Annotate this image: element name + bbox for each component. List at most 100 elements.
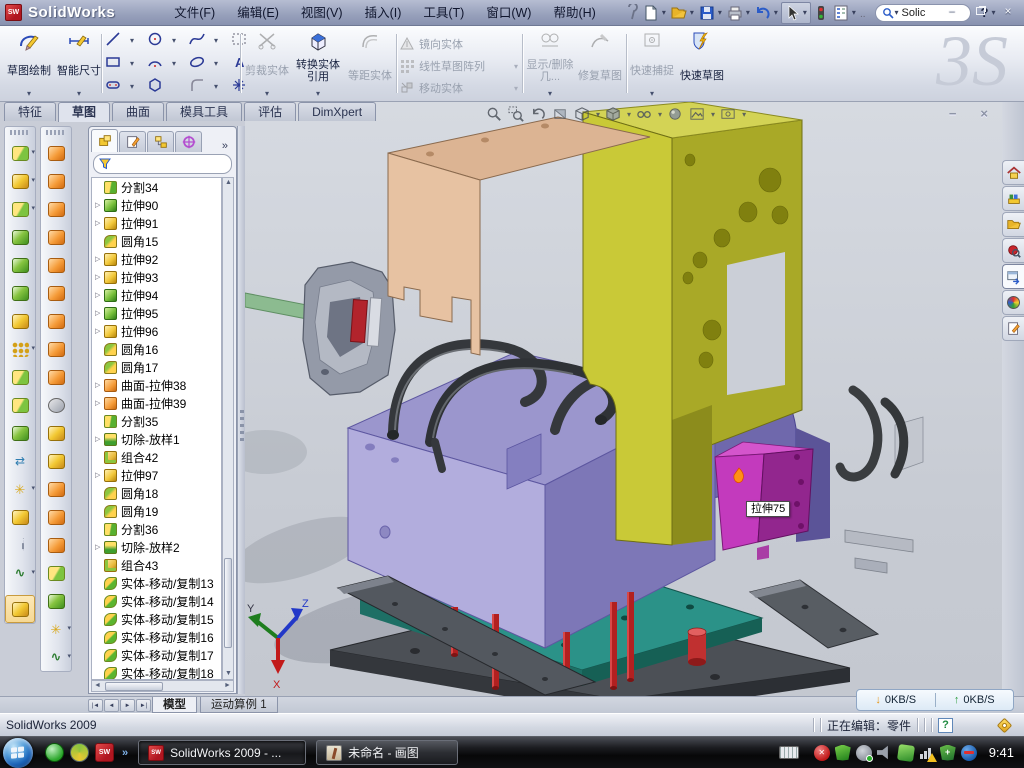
tree-item[interactable]: ▷拉伸94 bbox=[92, 286, 221, 304]
fillet-surface-button[interactable] bbox=[41, 587, 71, 615]
tree-item[interactable]: ▷拉伸96 bbox=[92, 322, 221, 340]
ellipse-tool-button[interactable]: ▾ bbox=[188, 53, 208, 73]
update-gear[interactable] bbox=[856, 745, 872, 761]
tab-曲面[interactable]: 曲面 bbox=[112, 102, 164, 121]
menu-edit[interactable]: 编辑(E) bbox=[226, 1, 290, 25]
tree-expander-icon[interactable]: ▷ bbox=[95, 435, 104, 443]
planar-surface-button[interactable] bbox=[41, 279, 71, 307]
surface-stack-button[interactable] bbox=[41, 363, 71, 391]
nav-first-button[interactable]: |◄ bbox=[88, 699, 103, 712]
curves-button[interactable]: ∿▾ bbox=[5, 559, 35, 587]
swept-boss-button[interactable]: ▾ bbox=[5, 195, 35, 223]
tree-item[interactable]: 组合42 bbox=[92, 448, 221, 466]
linear-pattern-button[interactable]: ▾ bbox=[5, 335, 35, 363]
smart-dimension-button[interactable]: 智能尺寸▾ bbox=[56, 29, 102, 98]
untrim-surface-button[interactable] bbox=[41, 447, 71, 475]
tree-item[interactable]: ▷曲面-拉伸38 bbox=[92, 376, 221, 394]
tree-item[interactable]: 圆角18 bbox=[92, 484, 221, 502]
hide-show-items-button[interactable] bbox=[635, 105, 654, 124]
menu-view[interactable]: 视图(V) bbox=[290, 1, 354, 25]
tree-item[interactable]: 实体-移动/复制14 bbox=[92, 592, 221, 610]
menu-help[interactable]: 帮助(H) bbox=[542, 1, 606, 25]
keyboard[interactable] bbox=[779, 746, 809, 759]
print-button[interactable]: ▾ bbox=[725, 2, 753, 24]
swept-surface-button[interactable] bbox=[41, 139, 71, 167]
task-pane-home-button[interactable] bbox=[1002, 160, 1024, 185]
appearances-scenes-button[interactable] bbox=[1002, 290, 1024, 315]
security-red-shield[interactable]: ✕ bbox=[814, 745, 830, 761]
toolbar-drag-handle-icon[interactable] bbox=[10, 130, 30, 135]
tree-expander-icon[interactable]: ▷ bbox=[95, 381, 104, 389]
delete-face-button[interactable] bbox=[41, 391, 71, 419]
tab-model[interactable]: 模型 bbox=[152, 697, 197, 713]
boundary-boss-button[interactable] bbox=[5, 251, 35, 279]
tree-item[interactable]: 分割36 bbox=[92, 520, 221, 538]
panel-splitter[interactable] bbox=[237, 126, 245, 694]
propertymanager-tab[interactable] bbox=[119, 131, 146, 152]
new-document-button[interactable]: ▾ bbox=[641, 2, 669, 24]
tree-item[interactable]: ▷拉伸93 bbox=[92, 268, 221, 286]
toolbar-drag-handle-icon[interactable] bbox=[46, 130, 66, 135]
blocked-blue[interactable] bbox=[961, 745, 977, 761]
solidworks-quicklaunch-button[interactable]: SW bbox=[95, 743, 114, 762]
extruded-cut-button[interactable] bbox=[5, 279, 35, 307]
tree-item[interactable]: 实体-移动/复制13 bbox=[92, 574, 221, 592]
tree-expander-icon[interactable]: ▷ bbox=[95, 543, 104, 551]
replace-face-button[interactable] bbox=[41, 419, 71, 447]
undo-button[interactable]: ▾ bbox=[753, 2, 781, 24]
thicken-button[interactable] bbox=[41, 559, 71, 587]
spline-tool-button[interactable]: ▾ bbox=[188, 30, 208, 50]
antivirus-button[interactable] bbox=[70, 743, 89, 762]
status-help-button[interactable]: ? bbox=[938, 718, 953, 733]
curves-button[interactable]: ∿▾ bbox=[41, 643, 71, 671]
view-settings-button[interactable] bbox=[719, 105, 738, 124]
view-orientation-button[interactable] bbox=[573, 105, 592, 124]
antivirus-green-shield[interactable] bbox=[835, 745, 851, 761]
open-button[interactable]: ▾ bbox=[669, 2, 697, 24]
defender-shield[interactable]: + bbox=[940, 745, 956, 761]
revolved-boss-button[interactable]: ▾ bbox=[5, 167, 35, 195]
start-button[interactable] bbox=[3, 738, 33, 768]
tree-item[interactable]: ▷曲面-拉伸39 bbox=[92, 394, 221, 412]
chevron-down-icon[interactable]: ▾ bbox=[31, 148, 35, 156]
quick-sketch-button[interactable]: 快速草图 bbox=[678, 29, 726, 98]
task-button[interactable]: SWSolidWorks 2009 - ... bbox=[138, 740, 306, 765]
sketch-fillet-tool-button[interactable]: ▾ bbox=[188, 76, 208, 96]
rib-button[interactable] bbox=[5, 363, 35, 391]
tree-item[interactable]: 实体-移动/复制16 bbox=[92, 628, 221, 646]
tab-motion-study[interactable]: 运动算例 1 bbox=[200, 697, 278, 713]
reference-geometry-button[interactable]: ✳▾ bbox=[5, 475, 35, 503]
tree-item[interactable]: ▷切除-放样1 bbox=[92, 430, 221, 448]
nav-next-button[interactable]: ► bbox=[120, 699, 135, 712]
panel-expand-button[interactable]: » bbox=[222, 140, 234, 152]
chevron-down-icon[interactable]: ▾ bbox=[895, 8, 899, 17]
knit-surface-button[interactable] bbox=[41, 531, 71, 559]
tree-item[interactable]: ▷拉伸97 bbox=[92, 466, 221, 484]
reference-geometry-button[interactable]: ✳▾ bbox=[41, 615, 71, 643]
chevron-down-icon[interactable]: ▾ bbox=[67, 624, 71, 632]
tree-expander-icon[interactable]: ▷ bbox=[95, 219, 104, 227]
sketch-button[interactable]: 草图绘制▾ bbox=[6, 29, 52, 98]
zoom-area-button[interactable] bbox=[507, 105, 526, 124]
slot-tool-button[interactable]: ▾ bbox=[104, 76, 124, 96]
menu-file[interactable]: 文件(F) bbox=[163, 1, 226, 25]
draft-button[interactable] bbox=[5, 391, 35, 419]
sync-green[interactable] bbox=[898, 745, 914, 761]
tab-特征[interactable]: 特征 bbox=[4, 102, 56, 121]
measure-button[interactable] bbox=[5, 595, 35, 623]
network-warning[interactable] bbox=[919, 745, 935, 761]
offset-surface-button[interactable] bbox=[41, 307, 71, 335]
lofted-surface-button[interactable] bbox=[41, 167, 71, 195]
part-right-rail[interactable] bbox=[750, 580, 878, 648]
radiate-surface-button[interactable] bbox=[41, 335, 71, 363]
volume[interactable] bbox=[877, 745, 893, 761]
plane-button[interactable] bbox=[5, 503, 35, 531]
tree-expander-icon[interactable]: ▷ bbox=[95, 471, 104, 479]
dimxpertmanager-tab[interactable] bbox=[175, 131, 202, 152]
tree-horizontal-scrollbar[interactable]: ◄ ► bbox=[91, 680, 234, 692]
display-style-button[interactable] bbox=[604, 105, 623, 124]
lofted-boss-button[interactable] bbox=[5, 223, 35, 251]
doc-minimize-button[interactable]: − bbox=[949, 106, 957, 121]
restore-button[interactable] bbox=[970, 4, 990, 20]
chevron-down-icon[interactable]: ▾ bbox=[67, 652, 71, 660]
